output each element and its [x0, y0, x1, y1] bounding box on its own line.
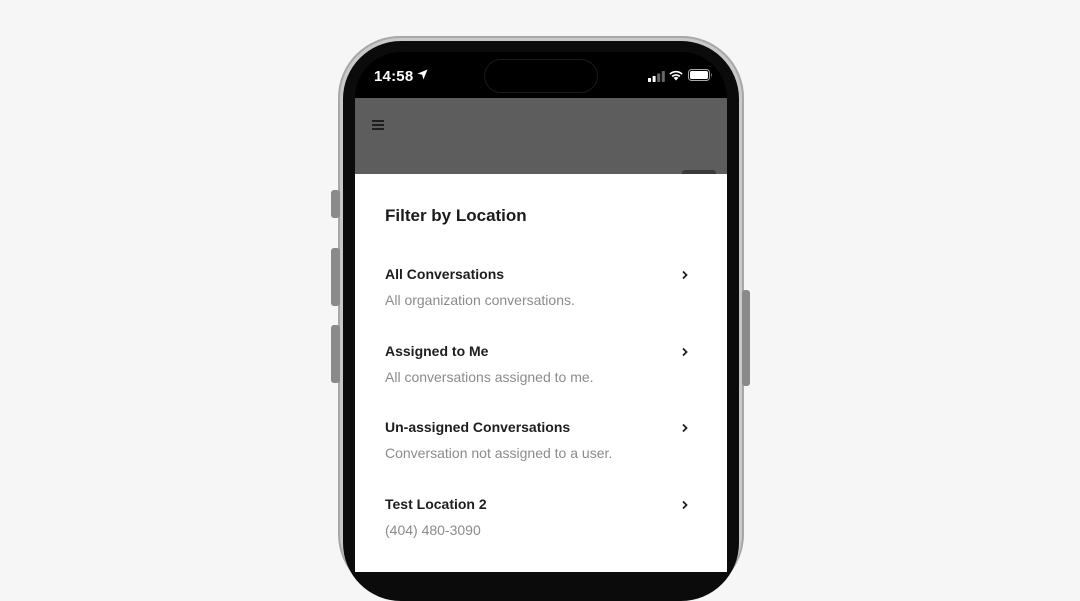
list-item-title: Assigned to Me [385, 343, 489, 359]
list-item-title: All Conversations [385, 266, 505, 282]
sheet-title: Filter by Location [385, 206, 527, 225]
location-arrow-icon [417, 69, 428, 80]
list-item-unassigned-conversations[interactable]: Un-assigned Conversations Conversation n… [355, 419, 727, 479]
chevron-right-icon [682, 500, 688, 510]
power-button [742, 290, 750, 386]
filter-location-sheet: Filter by Location All Conversations All… [355, 174, 727, 572]
app-header [355, 98, 727, 176]
status-bar: 14:58 [355, 52, 727, 98]
chevron-right-icon [682, 270, 688, 280]
volume-up-button [331, 248, 340, 306]
volume-down-button [331, 325, 340, 383]
list-item-title: Un-assigned Conversations [385, 419, 571, 435]
mute-switch [331, 190, 340, 218]
hamburger-menu-icon[interactable] [372, 120, 384, 130]
list-item-all-conversations[interactable]: All Conversations All organization conve… [355, 266, 727, 326]
list-item-title: Test Location 2 [385, 496, 487, 512]
cellular-signal-icon [648, 71, 665, 82]
status-time: 14:58 [374, 68, 414, 85]
phone-screen: 14:58 Filter by Location All Conversatio… [355, 52, 727, 572]
list-item-test-location-2[interactable]: Test Location 2 (404) 480-3090 [355, 496, 727, 556]
list-item-subtitle: Conversation not assigned to a user. [385, 445, 613, 461]
list-item-subtitle: All organization conversations. [385, 292, 575, 308]
wifi-icon [669, 70, 683, 81]
list-item-subtitle: All conversations assigned to me. [385, 369, 594, 385]
dynamic-island [485, 60, 597, 92]
list-item-subtitle: (404) 480-3090 [385, 522, 481, 538]
chevron-right-icon [682, 347, 688, 357]
list-item-assigned-to-me[interactable]: Assigned to Me All conversations assigne… [355, 343, 727, 403]
battery-icon [688, 69, 712, 81]
chevron-right-icon [682, 423, 688, 433]
